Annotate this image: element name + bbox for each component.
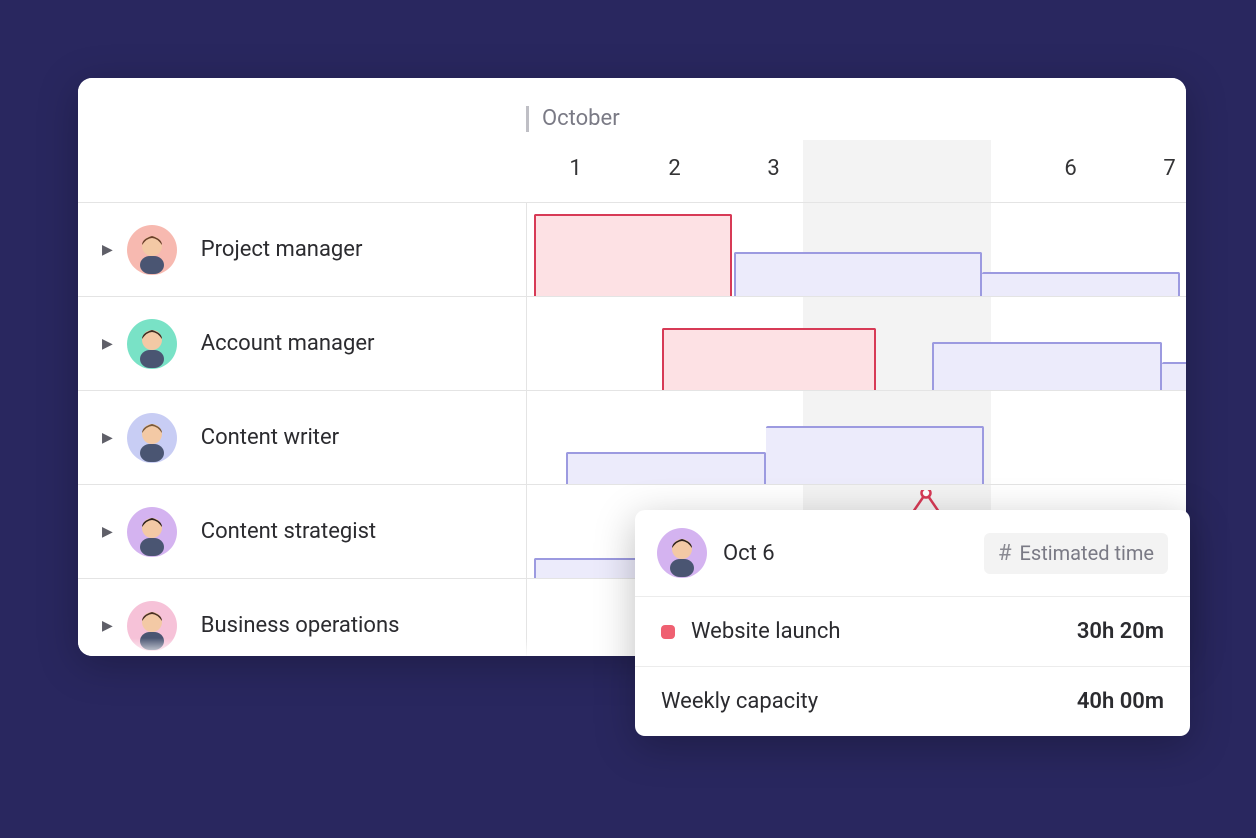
task-time: 30h 20m	[1077, 619, 1164, 644]
workload-bars	[526, 391, 1186, 484]
avatar	[127, 225, 177, 275]
popup-task-row[interactable]: Website launch 30h 20m	[635, 596, 1190, 666]
expand-icon[interactable]: ▶	[102, 430, 113, 446]
day-cell[interactable]: 7	[1120, 156, 1186, 198]
workload-bar-over[interactable]	[662, 328, 876, 390]
avatar	[127, 413, 177, 463]
workload-popup: Oct 6 # Estimated time Website launch 30…	[635, 510, 1190, 736]
role-label: Account manager	[201, 331, 375, 356]
resource-row[interactable]: ▶ Project manager	[78, 202, 1186, 296]
expand-icon[interactable]: ▶	[102, 618, 113, 634]
role-label: Project manager	[201, 237, 363, 262]
role-label: Business operations	[201, 613, 400, 638]
expand-icon[interactable]: ▶	[102, 242, 113, 258]
resource-row[interactable]: ▶ Account manager	[78, 296, 1186, 390]
hash-icon: #	[998, 541, 1012, 566]
task-dot-icon	[661, 625, 675, 639]
avatar	[127, 601, 177, 651]
popup-date: Oct 6	[723, 541, 984, 566]
timeline-header: October 12345678	[78, 78, 1186, 202]
row-left: ▶ Content strategist	[78, 485, 526, 578]
workload-bars	[526, 203, 1186, 296]
capacity-label: Weekly capacity	[661, 689, 818, 714]
workload-bar[interactable]	[932, 342, 1162, 390]
role-label: Content strategist	[201, 519, 376, 544]
month-label: October	[542, 106, 620, 131]
workload-bar[interactable]	[566, 452, 766, 484]
badge-label: Estimated time	[1020, 541, 1154, 565]
popup-header: Oct 6 # Estimated time	[635, 510, 1190, 596]
expand-icon[interactable]: ▶	[102, 336, 113, 352]
month-marker	[526, 106, 529, 132]
role-label: Content writer	[201, 425, 339, 450]
row-left: ▶ Account manager	[78, 297, 526, 390]
workload-bar[interactable]	[766, 426, 984, 484]
day-cell[interactable]: 6	[1021, 156, 1120, 198]
row-left: ▶ Content writer	[78, 391, 526, 484]
avatar	[657, 528, 707, 578]
workload-bar[interactable]	[734, 252, 982, 296]
task-name: Website launch	[691, 619, 840, 644]
day-cell[interactable]: 1	[526, 156, 625, 198]
workload-bars	[526, 297, 1186, 390]
resource-row[interactable]: ▶ Content writer	[78, 390, 1186, 484]
avatar	[127, 319, 177, 369]
expand-icon[interactable]: ▶	[102, 524, 113, 540]
workload-bar-over[interactable]	[534, 214, 732, 296]
row-left: ▶ Business operations	[78, 579, 526, 656]
avatar	[127, 507, 177, 557]
row-left: ▶ Project manager	[78, 203, 526, 296]
workload-bar[interactable]	[982, 272, 1180, 296]
popup-capacity-row: Weekly capacity 40h 00m	[635, 666, 1190, 736]
estimated-time-badge[interactable]: # Estimated time	[984, 533, 1168, 574]
day-cell[interactable]: 2	[625, 156, 724, 198]
capacity-time: 40h 00m	[1077, 689, 1164, 714]
workload-bar[interactable]	[1162, 362, 1186, 390]
